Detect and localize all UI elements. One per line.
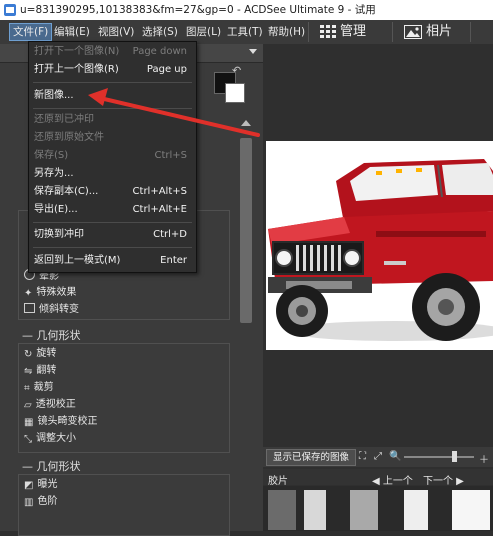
rotate-icon: ↻ xyxy=(24,349,33,360)
tool-resize[interactable]: ⤡ 调整大小 xyxy=(24,432,76,446)
lens-icon: ▦ xyxy=(24,417,34,428)
photos-mode-label: 相片 xyxy=(426,24,453,39)
menu-open-previous-image[interactable]: 打开上一个图像(R) Page up xyxy=(29,62,196,78)
scroll-up-icon[interactable] xyxy=(241,120,251,126)
menu-tools[interactable]: 工具(T) xyxy=(224,24,266,40)
photo-icon xyxy=(404,24,422,39)
menu-open-next-image[interactable]: 打开下一个图像(N) Page down xyxy=(29,44,196,60)
thumbnail[interactable] xyxy=(452,490,490,530)
menu-switch-to-develop[interactable]: 切换到冲印 Ctrl+D xyxy=(29,227,196,243)
manage-mode-button[interactable]: 管理 xyxy=(320,20,366,44)
swap-colors-icon[interactable]: ↶ xyxy=(232,64,241,77)
thumbnail[interactable] xyxy=(350,490,378,530)
menu-return-previous-mode[interactable]: 返回到上一模式(M) Enter xyxy=(29,253,196,269)
tool-perspective[interactable]: ▱ 透视校正 xyxy=(24,398,76,412)
section-geometry[interactable]: — 几何形状 xyxy=(22,327,81,343)
crop-icon: ⌗ xyxy=(24,383,30,394)
tool-special-effects[interactable]: ✦ 特殊效果 xyxy=(24,286,76,300)
tool-tilt-shift[interactable]: 倾斜转变 xyxy=(24,303,79,317)
menu-separator xyxy=(33,108,192,109)
hummer-photo xyxy=(266,141,493,350)
previous-button[interactable]: ◀ 上一个 xyxy=(372,472,413,487)
grid-icon xyxy=(320,24,336,38)
mode-divider-2 xyxy=(392,22,393,42)
tool-exposure[interactable]: ◩ 曝光 xyxy=(24,478,57,492)
app-icon xyxy=(4,4,16,16)
actual-size-icon[interactable]: ⤢ xyxy=(374,451,382,462)
file-menu-dropdown: 打开下一个图像(N) Page down 打开上一个图像(R) Page up 新图… xyxy=(28,41,197,273)
menu-separator xyxy=(33,82,192,83)
tool-flip[interactable]: ⇋ 翻转 xyxy=(24,364,56,378)
tool-levels[interactable]: ▥ 色阶 xyxy=(24,495,57,509)
tool-crop[interactable]: ⌗ 裁剪 xyxy=(24,381,54,395)
next-button[interactable]: 下一个 ▶ xyxy=(423,472,464,487)
levels-icon: ▥ xyxy=(24,497,34,508)
section-exposure[interactable]: — 几何形状 xyxy=(22,458,81,474)
thumbnail[interactable] xyxy=(404,490,428,530)
menu-layer[interactable]: 图层(L) xyxy=(183,24,224,40)
zoom-slider[interactable] xyxy=(404,456,474,458)
menu-help[interactable]: 帮助(H) xyxy=(265,24,308,40)
background-color-swatch[interactable] xyxy=(225,83,245,103)
mode-divider-3 xyxy=(470,22,471,42)
manage-mode-label: 管理 xyxy=(340,24,367,39)
exposure-icon: ◩ xyxy=(24,480,34,491)
show-saved-image-button[interactable]: 显示已保存的图像 xyxy=(266,449,356,466)
flip-icon: ⇋ xyxy=(24,366,33,377)
menu-edit[interactable]: 编辑(E) xyxy=(51,24,93,40)
fit-screen-icon[interactable]: ⛶ xyxy=(359,451,366,462)
zoom-slider-handle[interactable] xyxy=(452,451,457,462)
filmstrip-label: 胶片 xyxy=(268,476,288,487)
menu-new-image[interactable]: 新图像... xyxy=(29,88,196,104)
menu-separator xyxy=(33,247,192,248)
tool-rotate[interactable]: ↻ 旋转 xyxy=(24,347,56,361)
thumbnail[interactable] xyxy=(304,490,326,530)
perspective-icon: ▱ xyxy=(24,400,32,411)
thumbnail[interactable] xyxy=(268,490,296,530)
menu-file[interactable]: 文件(F) xyxy=(9,23,53,41)
menu-select[interactable]: 选择(S) xyxy=(139,24,181,40)
panel-scrollbar-thumb[interactable] xyxy=(240,138,252,323)
title-bar: u=831390295,10138383&fm=27&gp=0 - ACDSee… xyxy=(0,0,493,20)
menu-export[interactable]: 导出(E)... Ctrl+Alt+E xyxy=(29,202,196,218)
zoom-in-icon[interactable]: ＋ xyxy=(479,451,489,466)
menu-revert-to-developed[interactable]: 还原到已冲印 xyxy=(29,112,196,128)
menu-save-as[interactable]: 另存为... xyxy=(29,166,196,182)
hummer-image xyxy=(268,159,493,341)
tilt-shift-icon xyxy=(24,303,35,313)
window-title: u=831390295,10138383&fm=27&gp=0 - ACDSee… xyxy=(20,4,376,16)
menu-separator xyxy=(33,222,192,223)
sparkle-icon: ✦ xyxy=(24,288,33,299)
mode-divider xyxy=(308,22,309,42)
menu-save[interactable]: 保存(S) Ctrl+S xyxy=(29,148,196,164)
menu-revert-to-original[interactable]: 还原到原始文件 xyxy=(29,130,196,146)
zoom-icon[interactable]: 🔍 xyxy=(389,451,401,462)
tool-lens-distortion[interactable]: ▦ 镜头畸变校正 xyxy=(24,415,97,429)
menu-save-copy[interactable]: 保存副本(C)... Ctrl+Alt+S xyxy=(29,184,196,200)
resize-icon: ⤡ xyxy=(24,434,32,445)
menu-view[interactable]: 视图(V) xyxy=(95,24,137,40)
chevron-down-icon[interactable] xyxy=(249,49,257,54)
photos-mode-button[interactable]: 相片 xyxy=(404,20,452,44)
